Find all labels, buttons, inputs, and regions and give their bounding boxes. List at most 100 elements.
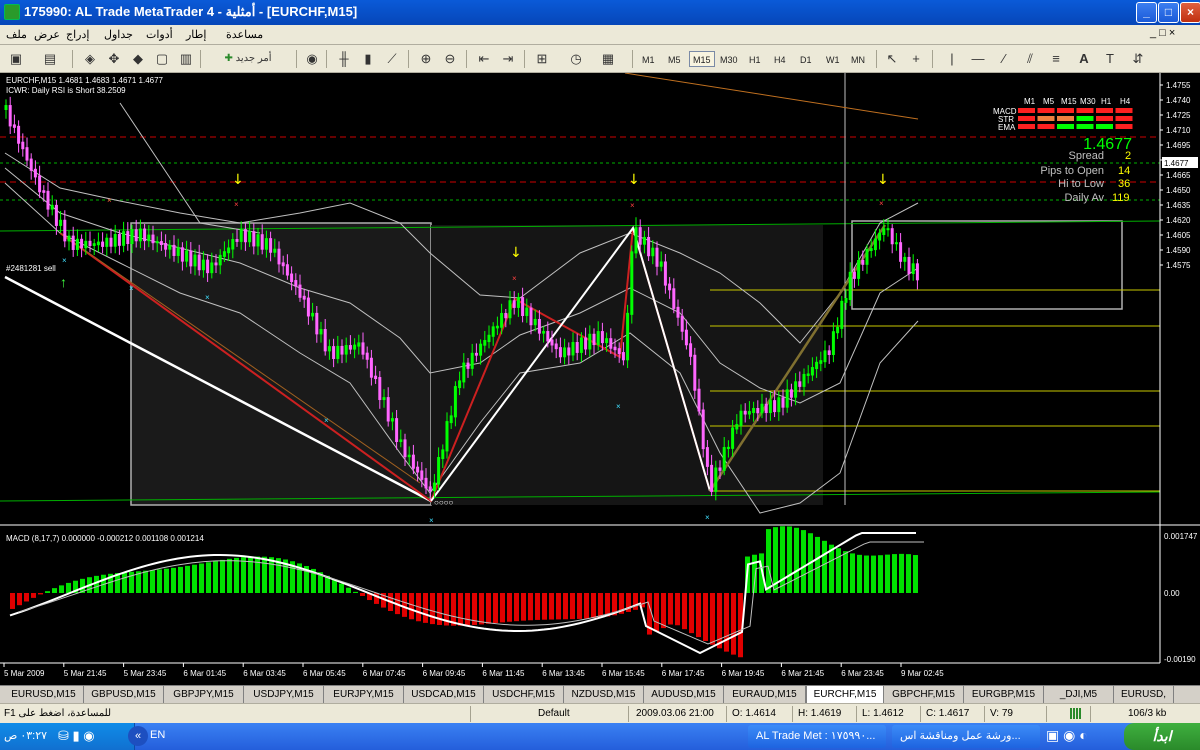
quicklaunch-icons[interactable]: ▣ ◉ ◐	[1046, 727, 1088, 744]
timeframe-mn[interactable]: MN	[847, 51, 869, 67]
candle-body	[840, 300, 844, 329]
macd-bar	[514, 593, 519, 622]
symbol-tab[interactable]: GBPUSD,M15	[84, 686, 164, 704]
symbol-tab[interactable]: EURAUD,M15	[724, 686, 806, 704]
indicators-icon[interactable]: ⊞	[532, 49, 552, 69]
chart-window[interactable]: ↓ ↓ ↓ ↓ × × × × × × × × × × × × ↑ ○○○○ 1.4755 1.4740 1.4725…	[0, 73, 1200, 685]
menu-charts[interactable]: جداول	[104, 28, 133, 41]
symbol-tab[interactable]: EURUSD,	[1114, 686, 1174, 704]
terminal-icon[interactable]: ▢	[152, 49, 172, 69]
candle-body	[319, 329, 323, 335]
macd-bar	[199, 563, 204, 593]
candle-body	[697, 388, 701, 412]
market-watch-icon[interactable]: ◈	[80, 49, 100, 69]
crosshair-icon[interactable]: +	[906, 49, 926, 69]
cursor-icon[interactable]: ↖	[882, 49, 902, 69]
chart-shift-icon[interactable]: ⇥	[498, 49, 518, 69]
menu-help[interactable]: مساعدة	[226, 28, 263, 41]
minimize-button[interactable]: _	[1136, 2, 1157, 23]
symbol-tab[interactable]: EURGBP,M15	[964, 686, 1044, 704]
language-indicator[interactable]: EN	[150, 729, 165, 741]
timeframe-d1[interactable]: D1	[796, 51, 816, 67]
candle-body	[865, 249, 869, 265]
autoscroll-icon[interactable]: ⇤	[474, 49, 494, 69]
text-icon[interactable]: A	[1074, 49, 1094, 69]
candle-body	[575, 342, 579, 353]
new-order-button[interactable]: ✚ أمر جديد	[206, 49, 290, 69]
maximize-button[interactable]: □	[1158, 2, 1179, 23]
candle-body	[277, 248, 281, 265]
timeframe-h4[interactable]: H4	[770, 51, 790, 67]
candle-body	[206, 259, 210, 274]
close-button[interactable]: ×	[1180, 2, 1200, 23]
time-tick-label: 5 Mar 23:45	[124, 669, 167, 678]
symbol-tab[interactable]: EURJPY,M15	[324, 686, 404, 704]
menu-bar: ملف عرض إدراج جداول أدوات إطار مساعدة _ …	[0, 25, 1200, 45]
task-browser[interactable]: ورشة عمل ومناقشة اس...	[892, 725, 1040, 748]
menu-tools[interactable]: أدوات	[146, 28, 173, 41]
autotrading-icon[interactable]: ◉	[302, 49, 322, 69]
menu-view[interactable]: عرض	[34, 28, 60, 41]
symbol-tab[interactable]: GBPJPY,M15	[164, 686, 244, 704]
channel-icon[interactable]: ⫽	[1020, 49, 1040, 69]
symbol-tab[interactable]: EURCHF,M15	[806, 686, 884, 704]
tester-icon[interactable]: ▥	[176, 49, 196, 69]
horizontal-line-icon[interactable]: —	[968, 49, 988, 69]
vertical-line-icon[interactable]: |	[942, 49, 962, 69]
price-chart[interactable]: ↓ ↓ ↓ ↓ × × × × × × × × × × × × ↑ ○○○○ 1.4755 1.4740 1.4725…	[0, 73, 1200, 685]
label-icon[interactable]: T	[1100, 49, 1120, 69]
time-tick-label: 6 Mar 21:45	[781, 669, 824, 678]
zoom-in-icon[interactable]: ⊕	[416, 49, 436, 69]
menu-insert[interactable]: إدراج	[66, 28, 89, 41]
mdi-minimize-button[interactable]: _ □ ×	[1150, 27, 1175, 39]
line-chart-icon[interactable]: ⟋	[382, 49, 402, 69]
candle-body	[873, 238, 877, 251]
macd-bar	[689, 593, 694, 634]
zoom-out-icon[interactable]: ⊖	[440, 49, 460, 69]
buy-signal-mark: ×	[705, 513, 710, 522]
signal-cell	[1057, 108, 1074, 113]
templates-icon[interactable]: ▦	[598, 49, 618, 69]
symbol-tab[interactable]: GBPCHF,M15	[884, 686, 964, 704]
timeframe-m1[interactable]: M1	[638, 51, 659, 67]
symbol-tab[interactable]: AUDUSD,M15	[644, 686, 724, 704]
candle-body	[773, 400, 777, 413]
timeframe-m15[interactable]: M15	[689, 51, 715, 67]
timeframe-m30[interactable]: M30	[716, 51, 742, 67]
bar-chart-icon[interactable]: ╫	[334, 49, 354, 69]
symbol-tab[interactable]: USDJPY,M15	[244, 686, 324, 704]
tray-collapse-icon[interactable]: «	[128, 726, 148, 746]
symbol-tab[interactable]: USDCAD,M15	[404, 686, 484, 704]
start-button[interactable]: ابدأ	[1124, 723, 1200, 750]
symbol-tab[interactable]: EURUSD,M15	[4, 686, 84, 704]
menu-window[interactable]: إطار	[186, 28, 206, 41]
candle-body	[693, 354, 697, 391]
signal-cell	[1096, 108, 1113, 113]
symbol-tab[interactable]: USDCHF,M15	[484, 686, 564, 704]
macd-bar	[234, 557, 239, 593]
timeframe-h1[interactable]: H1	[745, 51, 765, 67]
candle-body	[344, 345, 348, 355]
timeframe-w1[interactable]: W1	[822, 51, 844, 67]
fibonacci-icon[interactable]: ≡	[1046, 49, 1066, 69]
menu-file[interactable]: ملف	[6, 28, 27, 41]
macd-bar	[542, 593, 547, 620]
data-window-icon[interactable]: ◆	[128, 49, 148, 69]
symbol-tab[interactable]: _DJI,M5	[1044, 686, 1114, 704]
candle-body	[894, 242, 898, 245]
profiles-icon[interactable]: ▤	[40, 49, 60, 69]
range-zone-mid	[431, 225, 823, 505]
arrows-icon[interactable]: ⇵	[1128, 49, 1148, 69]
timeframe-m5[interactable]: M5	[664, 51, 685, 67]
candle-body	[50, 204, 54, 210]
task-metatrader[interactable]: AL Trade Met : ١٧٥٩٩٠...	[748, 725, 886, 748]
symbol-tab[interactable]: NZDUSD,M15	[564, 686, 644, 704]
candle-body	[617, 348, 621, 355]
down-arrow-icon: ↓	[628, 172, 640, 188]
trendline-icon[interactable]: ⁄	[994, 49, 1014, 69]
navigator-icon[interactable]: ✥	[104, 49, 124, 69]
candlestick-icon[interactable]: ▮	[358, 49, 378, 69]
periods-icon[interactable]: ◷	[566, 49, 586, 69]
indicator-note: ICWR: Daily RSI is Short 38.2509	[6, 86, 126, 95]
new-chart-icon[interactable]: ▣	[6, 49, 26, 69]
